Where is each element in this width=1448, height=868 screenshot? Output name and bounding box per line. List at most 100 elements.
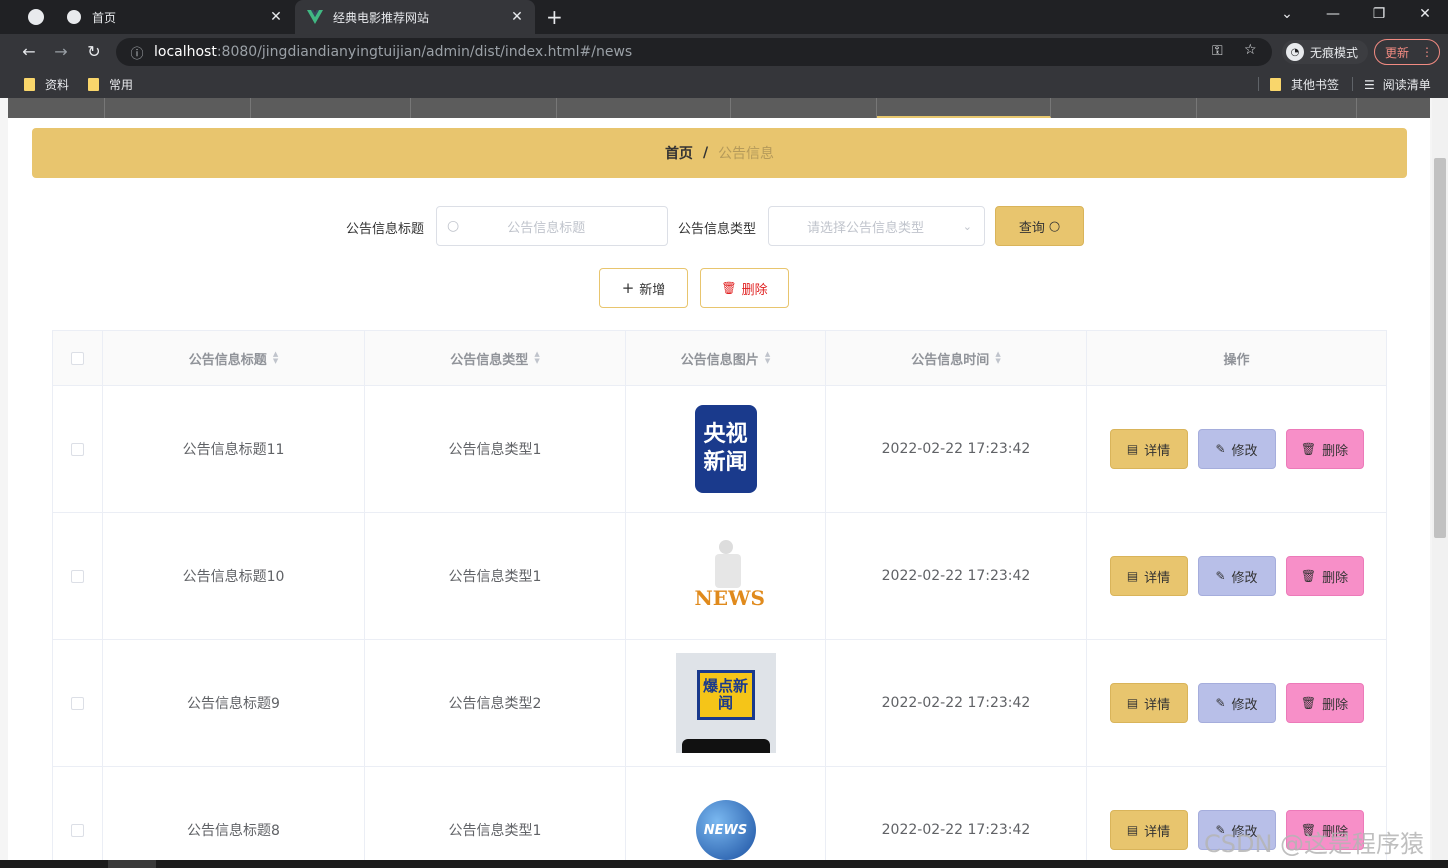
bookmark-star-icon[interactable]: ☆	[1244, 42, 1257, 58]
url-path: :8080/jingdiandianyingtuijian/admin/dist…	[216, 44, 633, 60]
header-time[interactable]: 公告信息时间 ▲ ▼	[826, 331, 1087, 385]
reading-list[interactable]: ☰ 阅读清单	[1364, 76, 1431, 93]
nav-item[interactable]	[1051, 98, 1197, 118]
minimize-icon[interactable]: —	[1318, 6, 1348, 22]
nav-item[interactable]	[731, 98, 877, 118]
nav-item[interactable]	[557, 98, 731, 118]
search-type-placeholder: 请选择公告信息类型	[807, 220, 925, 236]
other-bookmarks[interactable]: 其他书签	[1270, 76, 1339, 93]
document-icon: ▤	[1126, 823, 1139, 837]
row-delete-button[interactable]: 🗑 删除	[1285, 556, 1364, 596]
row-select-cell	[53, 767, 103, 860]
cell-actions: ▤ 详情 ✎ 修改 🗑 删除	[1087, 640, 1386, 766]
update-button[interactable]: 更新 ⋮	[1374, 39, 1440, 65]
row-delete-button[interactable]: 🗑 删除	[1285, 683, 1364, 723]
row-checkbox[interactable]	[71, 442, 84, 456]
table-row[interactable]: 公告信息标题9 公告信息类型2 爆点新闻 2022-02-22 17:23:42…	[53, 640, 1386, 767]
reload-icon[interactable]: ↻	[83, 42, 105, 61]
table-row[interactable]: 公告信息标题8 公告信息类型1 NEWS 2022-02-22 17:23:42…	[53, 767, 1386, 860]
tab-search-icon[interactable]: ⌄	[1272, 6, 1302, 22]
trash-icon: 🗑	[1300, 696, 1317, 710]
folder-icon	[1270, 78, 1281, 91]
browser-tab-home[interactable]: 首页 ✕	[54, 0, 294, 34]
restore-icon[interactable]: ❐	[1364, 6, 1394, 22]
edit-button[interactable]: ✎ 修改	[1197, 429, 1276, 469]
row-select-cell	[53, 513, 103, 639]
news-thumbnail[interactable]: 央视新闻	[676, 399, 776, 499]
edit-button[interactable]: ✎ 修改	[1197, 683, 1276, 723]
key-icon[interactable]: ⚿	[1212, 43, 1223, 59]
browser-titlebar: 首页 ✕ 经典电影推荐网站 ✕ + ⌄ — ❐ ✕	[0, 0, 1448, 34]
sort-icon[interactable]: ▲ ▼	[534, 351, 539, 365]
detail-button[interactable]: ▤ 详情	[1109, 810, 1188, 850]
detail-button[interactable]: ▤ 详情	[1109, 683, 1188, 723]
forward-icon[interactable]: →	[50, 42, 72, 61]
incognito-badge[interactable]: ◔ 无痕模式	[1282, 40, 1369, 64]
header-type[interactable]: 公告信息类型 ▲ ▼	[365, 331, 626, 385]
row-select-cell	[53, 386, 103, 512]
tab-title: 首页	[92, 10, 117, 25]
detail-label: 详情	[1144, 570, 1171, 586]
detail-button[interactable]: ▤ 详情	[1109, 556, 1188, 596]
delete-label: 删除	[1322, 570, 1349, 586]
news-thumbnail[interactable]: NEWS	[676, 780, 776, 860]
row-delete-button[interactable]: 🗑 删除	[1285, 429, 1364, 469]
back-icon[interactable]: ←	[18, 42, 40, 61]
browser-tab-active[interactable]: 经典电影推荐网站 ✕	[295, 0, 535, 34]
url-bar[interactable]: ⓘ localhost:8080/jingdiandianyingtuijian…	[116, 38, 1272, 66]
search-title-input[interactable]: ○ 公告信息标题	[436, 206, 668, 246]
batch-delete-button[interactable]: 🗑 删除	[700, 268, 789, 308]
page-scrollbar[interactable]	[1432, 98, 1448, 860]
top-nav-menu	[8, 98, 1430, 118]
search-type-select[interactable]: 请选择公告信息类型 ⌄	[768, 206, 985, 246]
close-icon[interactable]: ✕	[505, 9, 529, 25]
row-select-cell	[53, 640, 103, 766]
info-icon[interactable]: ⓘ	[126, 43, 148, 62]
news-thumbnail[interactable]: 爆点新闻	[675, 653, 776, 753]
detail-button[interactable]: ▤ 详情	[1109, 429, 1188, 469]
nav-item[interactable]	[8, 98, 105, 118]
globe-icon[interactable]	[28, 9, 44, 25]
window-close-icon[interactable]: ✕	[1410, 6, 1440, 22]
nav-item[interactable]	[411, 98, 557, 118]
scrollbar-thumb[interactable]	[1434, 158, 1446, 538]
bookmark-divider	[1352, 77, 1353, 91]
select-all-checkbox[interactable]	[71, 351, 84, 365]
table-row[interactable]: 公告信息标题11 公告信息类型1 央视新闻 2022-02-22 17:23:4…	[53, 386, 1386, 513]
bookmark-folder-ziliao[interactable]: 资料	[24, 76, 69, 93]
table-row[interactable]: 公告信息标题10 公告信息类型1 NEWS 2022-02-22 17:23:4…	[53, 513, 1386, 640]
sort-icon[interactable]: ▲ ▼	[273, 351, 278, 365]
search-icon: ○	[447, 218, 460, 234]
header-title[interactable]: 公告信息标题 ▲ ▼	[103, 331, 365, 385]
news-figure-image: NEWS	[681, 536, 771, 616]
edit-button[interactable]: ✎ 修改	[1197, 556, 1276, 596]
news-text-logo: NEWS	[694, 586, 765, 610]
sort-icon[interactable]: ▲ ▼	[765, 351, 770, 365]
nav-item[interactable]	[1197, 98, 1357, 118]
new-tab-icon[interactable]: +	[546, 5, 563, 29]
news-thumbnail[interactable]: NEWS	[676, 526, 776, 626]
nav-item[interactable]	[251, 98, 411, 118]
breadcrumb-home[interactable]: 首页	[665, 143, 693, 163]
edit-label: 修改	[1231, 697, 1258, 713]
nav-item[interactable]	[1357, 98, 1430, 118]
delete-label: 删除	[741, 282, 768, 298]
query-button[interactable]: 查询 ○	[995, 206, 1084, 246]
nav-item[interactable]	[105, 98, 251, 118]
row-checkbox[interactable]	[71, 569, 84, 583]
nav-item-active[interactable]	[877, 98, 1051, 118]
content-panel: 公告信息标题 ○ 公告信息标题 公告信息类型 请选择公告信息类型 ⌄ 查询 ○ …	[32, 186, 1407, 860]
bookmark-folder-changyong[interactable]: 常用	[88, 76, 133, 93]
add-button[interactable]: + 新增	[599, 268, 688, 308]
update-label: 更新	[1385, 45, 1410, 60]
header-image[interactable]: 公告信息图片 ▲ ▼	[626, 331, 826, 385]
reading-list-label: 阅读清单	[1382, 78, 1431, 92]
sort-icon[interactable]: ▲ ▼	[995, 351, 1000, 365]
row-checkbox[interactable]	[71, 823, 84, 837]
menu-dots-icon[interactable]: ⋮	[1421, 45, 1433, 59]
row-checkbox[interactable]	[71, 696, 84, 710]
close-icon[interactable]: ✕	[264, 9, 288, 25]
taskbar-item[interactable]	[108, 860, 156, 868]
breadcrumb-current: 公告信息	[718, 146, 775, 162]
pencil-icon: ✎	[1215, 569, 1226, 583]
